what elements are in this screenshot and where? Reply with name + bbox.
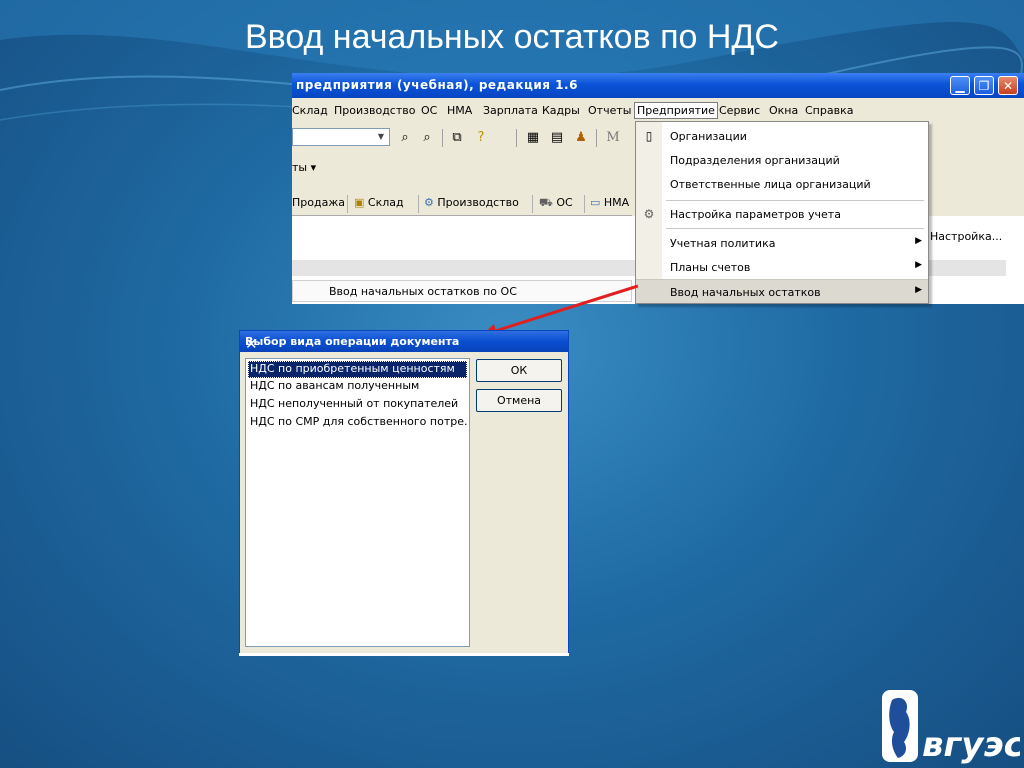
dialog-bottom-edge (239, 653, 569, 656)
tab-sklad[interactable]: ▣ Склад (354, 196, 404, 209)
factory-icon: ⚙ (424, 196, 434, 209)
warehouse-icon: ▣ (354, 196, 365, 209)
slide-title: Ввод начальных остатков по НДС (245, 18, 779, 56)
binoculars-next-icon[interactable]: ⌕ (418, 129, 436, 147)
submenu-arrow-icon: ▶ (915, 260, 922, 270)
copy-icon[interactable]: ⧉ (448, 129, 466, 147)
truck-icon: ⛟ (539, 196, 553, 209)
chevron-down-icon[interactable]: ▼ (374, 130, 388, 144)
sections-bar: Продажа ▣ Склад ⚙ Производство ⛟ ОС ▭ НМ… (292, 193, 632, 216)
menu-proizvodstvo[interactable]: Производство (334, 104, 415, 117)
list-item[interactable]: НДС по приобретенным ценностям (248, 361, 467, 378)
menubar: Склад Производство ОС НМА Зарплата Кадры… (292, 100, 1024, 122)
menu-item-label: Подразделения организаций (670, 154, 840, 167)
menu-kadry[interactable]: Кадры (542, 104, 580, 117)
tab-separator (418, 195, 419, 213)
toolbar-combo[interactable]: ▼ (292, 128, 390, 146)
menu-os[interactable]: ОС (421, 104, 437, 117)
settings-link[interactable]: Настройка... (930, 230, 1002, 243)
users-icon[interactable]: ♟ (572, 129, 590, 147)
submenu-arrow-icon: ▶ (915, 236, 922, 246)
menu-item-plany-schetov[interactable]: Планы счетов ▶ (636, 255, 928, 279)
help-icon[interactable]: ? (472, 129, 490, 147)
monitor-icon: ▭ (590, 196, 601, 209)
menu-item-organizacii[interactable]: ▯ Организации (636, 124, 928, 148)
menu-separator (666, 200, 924, 201)
logo-text: вгуэс (922, 725, 1020, 764)
toolbar-separator (596, 129, 597, 147)
toolbar: ▼ ⌕ ⌕ ⧉ ? ▦ ▤ ♟ M (292, 124, 632, 152)
menu-item-label: Ввод начальных остатков (670, 286, 821, 299)
cancel-button[interactable]: Отмена (476, 389, 562, 412)
ok-button[interactable]: ОК (476, 359, 562, 382)
tab-nma[interactable]: ▭ НМА (590, 196, 629, 209)
toolbar-separator (442, 129, 443, 147)
menu-predpriyatie[interactable]: Предприятие (634, 102, 718, 119)
menu-item-label: Настройка параметров учета (670, 208, 841, 221)
menu-separator (666, 228, 924, 229)
list-item-label: НДС неполученный от покупателей (250, 397, 459, 410)
menu-nma[interactable]: НМА (447, 104, 472, 117)
calendar-icon[interactable]: ▤ (548, 129, 566, 147)
minimize-button[interactable]: ▁ (950, 76, 970, 95)
menu-item-label: Учетная политика (670, 237, 776, 250)
menu-item-uchetnaya-politika[interactable]: Учетная политика ▶ (636, 231, 928, 255)
menu-item-podrazdeleniya[interactable]: Подразделения организаций (636, 148, 928, 172)
menu-sklad[interactable]: Склад (292, 104, 328, 117)
menu-okna[interactable]: Окна (769, 104, 798, 117)
list-item[interactable]: НДС по авансам полученным (248, 378, 467, 395)
menu-item-label: Планы счетов (670, 261, 751, 274)
toolbar-secondary: ты ▾ (292, 156, 632, 180)
menu-item-label: Организации (670, 130, 747, 143)
list-item-label: НДС по СМР для собственного потре... (250, 415, 467, 428)
menu-item-label: Ответственные лица организаций (670, 178, 871, 191)
submenu-arrow-icon: ▶ (915, 285, 922, 295)
menu-item-vvod-nachalnyh-ostatkov[interactable]: Ввод начальных остатков ▶ (636, 279, 928, 303)
list-item-label: НДС по приобретенным ценностям (250, 362, 455, 375)
document-icon: ▯ (645, 129, 653, 143)
toolbar-separator (516, 129, 517, 147)
memory-m-icon[interactable]: M (604, 129, 622, 147)
toolbar-label[interactable]: ты ▾ (292, 161, 316, 174)
restore-button[interactable]: ❐ (974, 76, 994, 95)
close-button[interactable]: ✕ (998, 76, 1018, 95)
tab-separator (347, 195, 348, 213)
operation-listbox[interactable]: НДС по приобретенным ценностям НДС по ав… (245, 358, 470, 647)
tab-proizvodstvo[interactable]: ⚙ Производство (424, 196, 519, 209)
menu-zarplata[interactable]: Зарплата (483, 104, 538, 117)
list-item[interactable]: НДС неполученный от покупателей (248, 396, 467, 413)
close-icon[interactable]: ✕ (245, 335, 562, 353)
menu-item-otvetstvennye[interactable]: Ответственные лица организаций (636, 172, 928, 196)
calculator-icon[interactable]: ▦ (524, 129, 542, 147)
tab-separator (584, 195, 585, 213)
dialog-titlebar: Выбор вида операции документа ✕ (240, 331, 568, 353)
menu-otchety[interactable]: Отчеты (588, 104, 631, 117)
tab-prodazha[interactable]: Продажа (292, 196, 345, 209)
menu-servis[interactable]: Сервис (719, 104, 760, 117)
operation-type-dialog: Выбор вида операции документа ✕ НДС по п… (239, 330, 569, 655)
menu-item-nastroika-parametrov[interactable]: ⚙ Настройка параметров учета (636, 202, 928, 226)
window-title: предприятия (учебная), редакция 1.6 (296, 78, 578, 92)
enterprise-dropdown-menu: ▯ Организации Подразделения организаций … (635, 121, 929, 304)
binoculars-icon[interactable]: ⌕ (396, 129, 414, 147)
menu-spravka[interactable]: Справка (805, 104, 853, 117)
window-titlebar: предприятия (учебная), редакция 1.6 ▁ ❐ … (292, 73, 1024, 98)
list-item-label: НДС по авансам полученным (250, 379, 420, 392)
list-item[interactable]: НДС по СМР для собственного потре... (248, 414, 467, 431)
tab-separator (532, 195, 533, 213)
university-logo: вгуэс (882, 690, 1020, 764)
gear-icon: ⚙ (643, 207, 655, 221)
tab-os[interactable]: ⛟ ОС (539, 196, 573, 211)
